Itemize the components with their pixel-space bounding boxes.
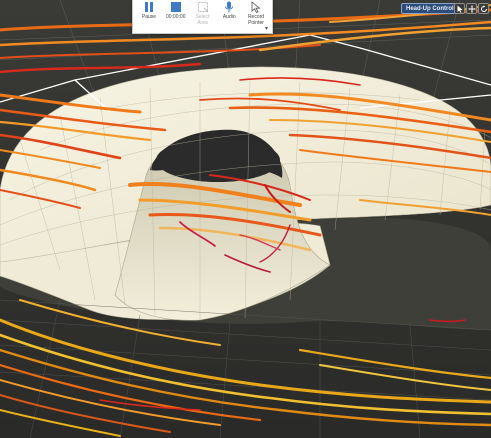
timer-label: 00:00:00 bbox=[166, 14, 186, 20]
cursor-mode-button[interactable] bbox=[454, 3, 465, 14]
rotate-mode-button[interactable] bbox=[478, 3, 489, 14]
app-window: Pause 00:00:00 Select Area Audio Record … bbox=[0, 0, 491, 438]
pointer-icon bbox=[251, 1, 261, 13]
stop-icon bbox=[170, 2, 181, 12]
select-area-button[interactable]: Select Area bbox=[191, 0, 215, 30]
select-area-icon bbox=[197, 2, 208, 13]
head-up-controls-button[interactable]: Head-Up Controls bbox=[401, 3, 462, 14]
stop-button[interactable]: 00:00:00 bbox=[164, 0, 188, 30]
pause-label: Pause bbox=[141, 14, 157, 20]
audio-button[interactable]: Audio bbox=[217, 0, 241, 30]
select-area-label: Select Area bbox=[195, 14, 210, 26]
rotate-icon bbox=[480, 4, 487, 12]
pause-icon bbox=[145, 2, 153, 12]
pan-mode-button[interactable] bbox=[466, 3, 477, 14]
audio-label: Audio bbox=[222, 14, 236, 20]
pause-button[interactable]: Pause bbox=[137, 0, 161, 30]
pan-icon bbox=[467, 4, 476, 13]
recording-toolbar: Pause 00:00:00 Select Area Audio Record … bbox=[132, 0, 273, 34]
cursor-icon bbox=[457, 5, 463, 13]
microphone-icon bbox=[225, 1, 234, 13]
3d-viewport[interactable] bbox=[0, 0, 491, 438]
toolbar-more-button[interactable]: ▾ bbox=[265, 25, 268, 32]
